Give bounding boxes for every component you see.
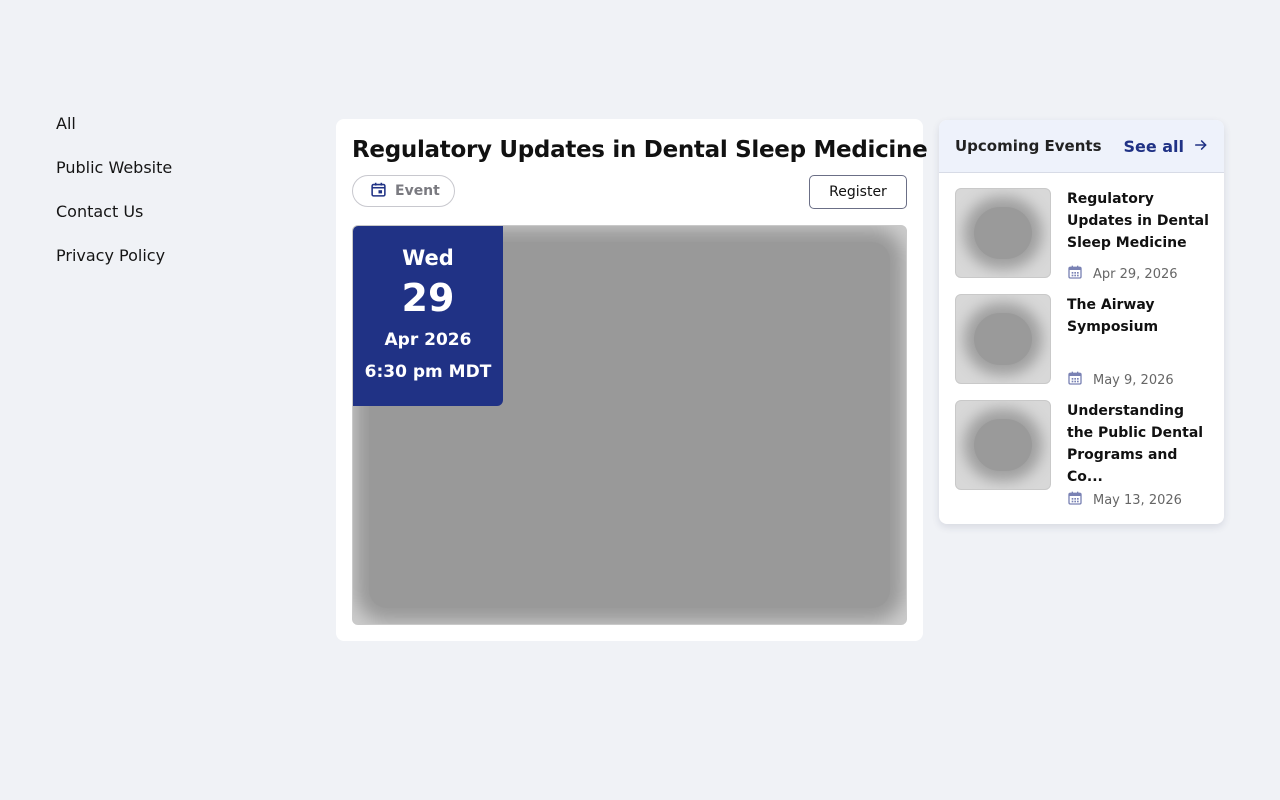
sidebar-link-privacy-policy[interactable]: Privacy Policy xyxy=(56,245,276,267)
upcoming-event-date-text: May 13, 2026 xyxy=(1093,492,1182,508)
upcoming-event-thumbnail xyxy=(955,294,1051,384)
sidebar-link-contact-us[interactable]: Contact Us xyxy=(56,201,276,223)
sidebar-link-public-website[interactable]: Public Website xyxy=(56,157,276,179)
upcoming-event-item[interactable]: Understanding the Public Dental Programs… xyxy=(955,400,1210,510)
upcoming-events-header: Upcoming Events See all xyxy=(939,120,1224,173)
event-day: 29 xyxy=(401,276,455,320)
upcoming-event-name: Understanding the Public Dental Programs… xyxy=(1067,403,1204,485)
upcoming-events-title: Upcoming Events xyxy=(955,137,1102,155)
see-all-label: See all xyxy=(1123,136,1184,156)
upcoming-event-thumbnail xyxy=(955,400,1051,490)
upcoming-event-date-text: Apr 29, 2026 xyxy=(1093,266,1178,282)
event-time: 6:30 pm MDT xyxy=(364,362,492,382)
calendar-icon xyxy=(1067,370,1083,390)
event-image: Wed 29 Apr 2026 6:30 pm MDT xyxy=(352,225,907,625)
upcoming-event-date: May 13, 2026 xyxy=(1067,490,1182,510)
event-weekday: Wed xyxy=(402,246,454,270)
event-month-year: Apr 2026 xyxy=(384,330,472,350)
upcoming-event-date: May 9, 2026 xyxy=(1067,370,1174,390)
event-title: Regulatory Updates in Dental Sleep Medic… xyxy=(352,137,928,163)
sidebar-link-all[interactable]: All xyxy=(56,113,276,135)
calendar-icon xyxy=(1067,264,1083,284)
calendar-icon xyxy=(370,181,387,202)
register-button[interactable]: Register xyxy=(809,175,907,209)
upcoming-events-panel: Upcoming Events See all Regulatory Updat… xyxy=(939,120,1224,524)
upcoming-event-item[interactable]: Regulatory Updates in Dental Sleep Medic… xyxy=(955,188,1210,284)
arrow-right-icon xyxy=(1194,137,1208,156)
upcoming-event-date-text: May 9, 2026 xyxy=(1093,372,1174,388)
event-date-badge: Wed 29 Apr 2026 6:30 pm MDT xyxy=(353,226,503,406)
upcoming-event-thumbnail xyxy=(955,188,1051,278)
calendar-icon xyxy=(1067,490,1083,510)
upcoming-event-name: The Airway Symposium xyxy=(1067,297,1159,335)
see-all-link[interactable]: See all xyxy=(1123,137,1208,156)
sidebar-nav: All Public Website Contact Us Privacy Po… xyxy=(56,113,276,289)
event-type-label: Event xyxy=(395,183,440,199)
upcoming-event-item[interactable]: The Airway Symposium May 9, 2026 xyxy=(955,294,1210,390)
event-type-chip: Event xyxy=(352,175,455,207)
upcoming-event-date: Apr 29, 2026 xyxy=(1067,264,1178,284)
event-detail-card: Regulatory Updates in Dental Sleep Medic… xyxy=(336,119,928,641)
upcoming-event-name: Regulatory Updates in Dental Sleep Medic… xyxy=(1067,191,1209,251)
